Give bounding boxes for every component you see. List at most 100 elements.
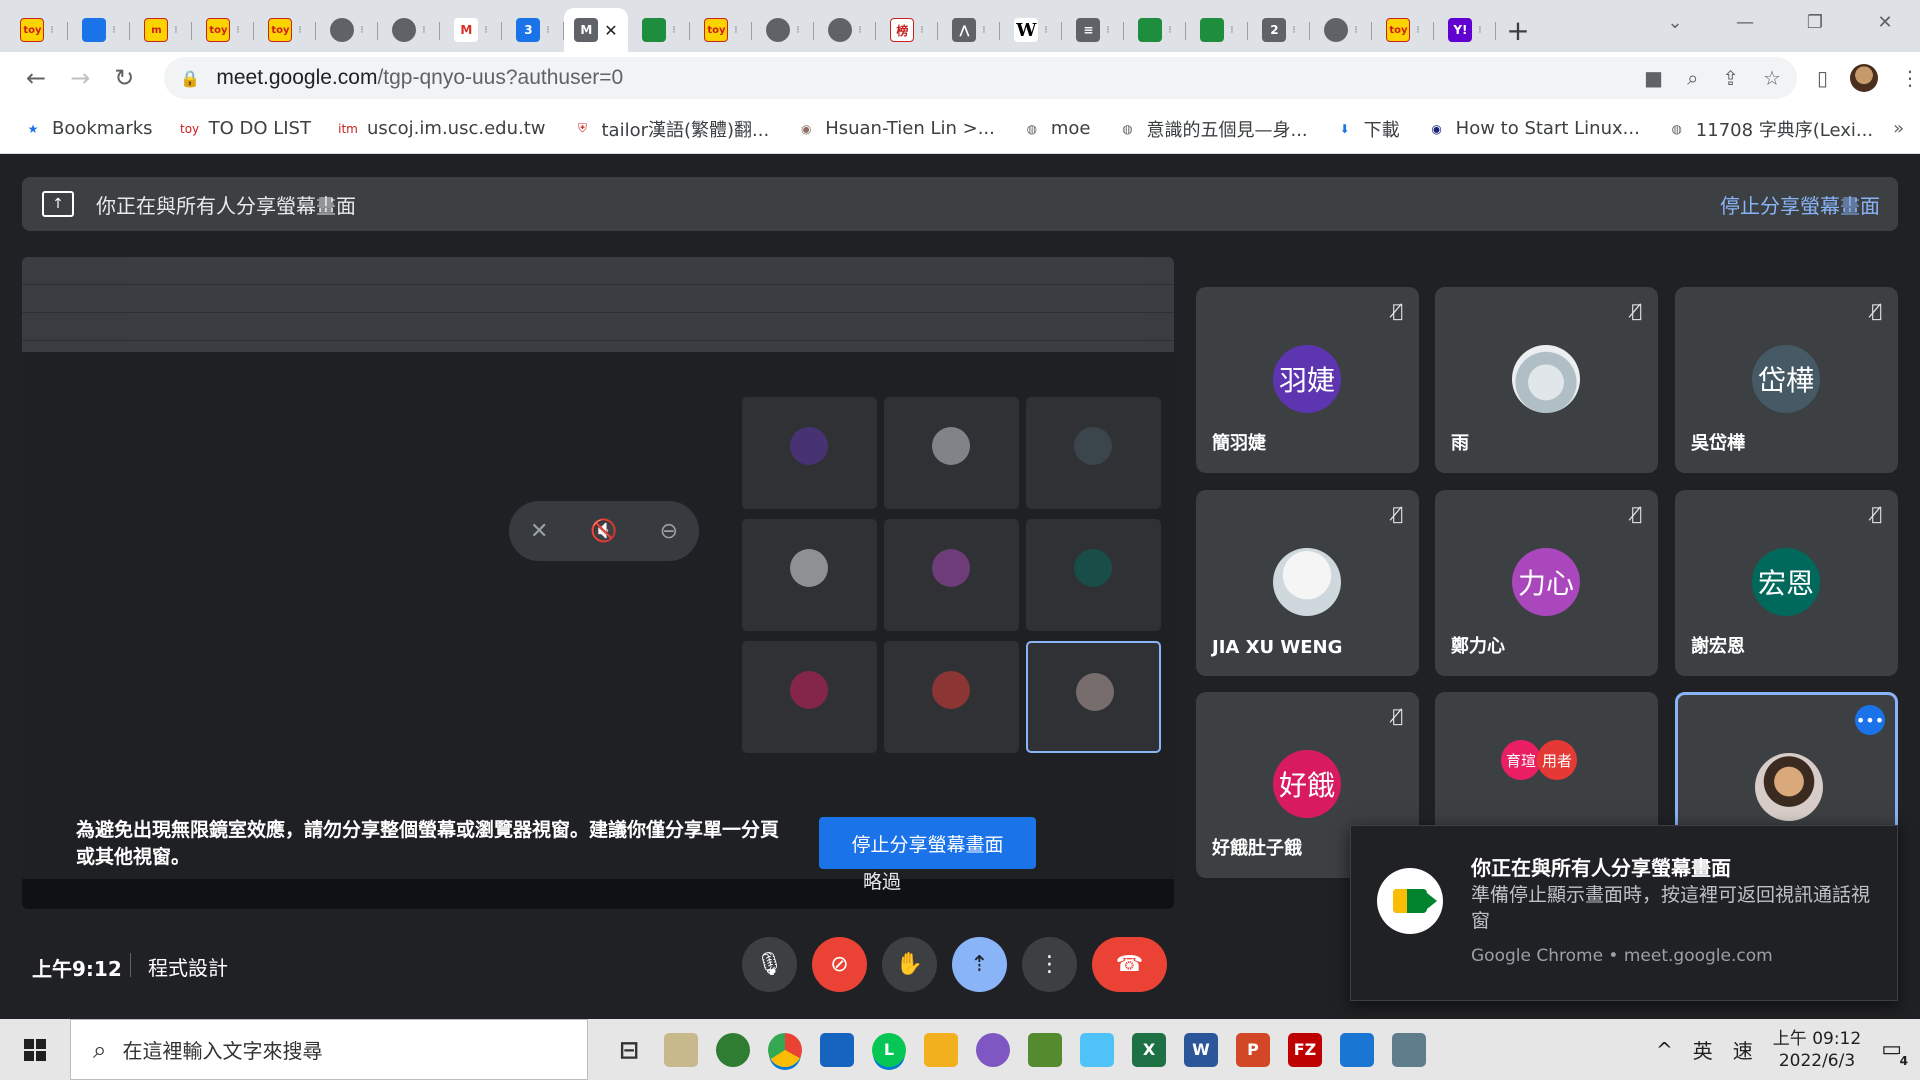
restore-icon[interactable]: ❐ xyxy=(1780,12,1850,33)
network-app-icon[interactable] xyxy=(820,1032,854,1067)
tab-search-icon[interactable]: ⌄ xyxy=(1640,12,1710,33)
url-text[interactable]: meet.google.com/tgp-qnyo-uus?authuser=0 xyxy=(216,66,623,90)
bookmarks-overflow-icon[interactable]: » xyxy=(1893,118,1904,139)
leave-call-button[interactable]: ☎ xyxy=(1092,937,1167,992)
mute-speaker-icon[interactable]: 🔇 xyxy=(590,519,617,544)
browser-tab[interactable]: ⁝ xyxy=(68,8,130,52)
powerpoint-app-icon[interactable]: P xyxy=(1236,1032,1270,1067)
browser-tab[interactable]: 榜 ⁝ xyxy=(876,8,938,52)
share-icon[interactable]: ⇪ xyxy=(1722,66,1739,90)
side-panel-icon[interactable]: ▯ xyxy=(1817,66,1828,90)
browser-tab[interactable]: toy ⁝ xyxy=(690,8,752,52)
present-now-button[interactable]: ⇡ xyxy=(952,937,1007,992)
participant-tile[interactable]: 🎙̸ JIA XU WENG xyxy=(1196,490,1419,676)
participant-tile[interactable]: 🎙̸ 雨 xyxy=(1435,287,1658,473)
bookmark-item[interactable]: ⛨ tailor漢語(繁體)翻... xyxy=(571,116,769,142)
browser-tab[interactable]: toy ⁝ xyxy=(1372,8,1434,52)
filezilla-app-icon[interactable]: FZ xyxy=(1288,1032,1322,1067)
browser-tab[interactable]: 2 ⁝ xyxy=(1248,8,1310,52)
bookmark-item[interactable]: ⬇ 下載 xyxy=(1334,116,1400,142)
action-center-icon[interactable]: ▭ 4 xyxy=(1881,1037,1910,1068)
profile-avatar[interactable] xyxy=(1850,64,1878,92)
participant-tile[interactable]: 宏恩 🎙̸ 謝宏恩 xyxy=(1675,490,1898,676)
start-button[interactable] xyxy=(0,1038,70,1061)
camera-off-button[interactable]: ⊘ xyxy=(812,937,867,992)
bookmark-item[interactable]: ★ Bookmarks xyxy=(22,118,153,140)
line-app-icon[interactable]: L xyxy=(872,1032,906,1067)
browser-menu-icon[interactable]: ⋮ xyxy=(1900,66,1920,90)
maps-app-icon[interactable] xyxy=(716,1032,750,1067)
banner-stop-sharing-link[interactable]: 停止分享螢幕畫面 xyxy=(1720,190,1880,219)
browser-tab[interactable]: ⁝ xyxy=(752,8,814,52)
browser-tab[interactable]: m ⁝ xyxy=(130,8,192,52)
dismiss-warning-button[interactable]: 略過 xyxy=(842,867,922,894)
browser-tab[interactable]: W ⁝ xyxy=(1000,8,1062,52)
chrome-app-icon[interactable] xyxy=(768,1032,802,1067)
taskbar-search-box[interactable]: ⌕ 在這裡輸入文字來搜尋 xyxy=(70,1019,588,1080)
sharing-notification[interactable]: 你正在與所有人分享螢幕畫面 準備停止顯示畫面時，按這裡可返回視訊通話視窗 Goo… xyxy=(1350,825,1898,1001)
browser-tab[interactable]: ⁝ xyxy=(1186,8,1248,52)
bookmark-star-icon[interactable]: ☆ xyxy=(1763,66,1781,90)
task-view-icon[interactable]: ⊟ xyxy=(612,1033,646,1067)
tray-overflow-icon[interactable]: ^ xyxy=(1656,1038,1673,1062)
browser-tab[interactable]: ⁝ xyxy=(628,8,690,52)
minimize-icon[interactable]: — xyxy=(1710,12,1780,33)
zoom-icon[interactable]: ⌕ xyxy=(1687,66,1698,90)
remote-desktop-icon[interactable] xyxy=(1340,1032,1374,1067)
more-options-button[interactable]: ⋮ xyxy=(1022,937,1077,992)
new-tab-button[interactable]: + xyxy=(1496,8,1540,52)
bookmark-item[interactable]: ◍ 意識的五個見—身... xyxy=(1116,116,1307,142)
browser-tab[interactable]: ⁝ xyxy=(316,8,378,52)
browser-tab[interactable]: toy ⁝ xyxy=(192,8,254,52)
back-icon[interactable]: ← xyxy=(14,64,58,92)
mirrored-tile xyxy=(1026,397,1161,509)
browser-tab[interactable]: M ✕ xyxy=(564,8,628,52)
pin-off-icon[interactable]: ✕ xyxy=(530,519,548,544)
participant-tile[interactable]: 岱樺 🎙̸ 吳岱樺 xyxy=(1675,287,1898,473)
bookmark-item[interactable]: toy TO DO LIST xyxy=(179,118,311,140)
paint-app-icon[interactable] xyxy=(976,1032,1010,1067)
reload-icon[interactable]: ↻ xyxy=(102,64,146,92)
browser-tab[interactable]: Y! ⁝ xyxy=(1434,8,1496,52)
remove-icon[interactable]: ⊖ xyxy=(660,519,678,544)
participant-tile[interactable]: 羽婕 🎙̸ 簡羽婕 xyxy=(1196,287,1419,473)
bookmark-item[interactable]: ◉ How to Start Linux... xyxy=(1426,118,1639,140)
stop-presenting-button[interactable]: 停止分享螢幕畫面 xyxy=(819,817,1036,869)
browser-tab[interactable]: M ⁝ xyxy=(440,8,502,52)
browser-tab[interactable]: toy ⁝ xyxy=(254,8,316,52)
browser-tab[interactable]: ⁝ xyxy=(814,8,876,52)
calculator-app-icon[interactable] xyxy=(1392,1032,1426,1067)
notepad-app-icon[interactable] xyxy=(664,1032,698,1067)
file-explorer-icon[interactable] xyxy=(924,1032,958,1067)
bookmark-item[interactable]: itm uscoj.im.usc.edu.tw xyxy=(337,118,545,140)
bookmark-item[interactable]: ◉ Hsuan-Tien Lin >... xyxy=(795,118,995,140)
word-app-icon[interactable]: W xyxy=(1184,1032,1218,1067)
browser-tab[interactable]: toy ⁝ xyxy=(6,8,68,52)
meeting-title[interactable]: 程式設計 xyxy=(148,952,228,981)
camera-blocked-icon[interactable]: ■ xyxy=(1644,66,1663,90)
browser-tab[interactable]: ⁝ xyxy=(1124,8,1186,52)
tile-more-options-icon[interactable]: ••• xyxy=(1855,705,1885,735)
address-bar[interactable]: 🔒 meet.google.com/tgp-qnyo-uus?authuser=… xyxy=(164,57,1797,99)
excel-app-icon[interactable]: X xyxy=(1132,1032,1166,1067)
microphone-button[interactable]: 🎙 xyxy=(742,937,797,992)
bookmark-item[interactable]: ◍ moe xyxy=(1021,118,1091,140)
lock-icon[interactable]: 🔒 xyxy=(180,69,200,88)
browser-tab[interactable]: ⋀ ⁝ xyxy=(938,8,1000,52)
participant-tile[interactable]: 力心 🎙̸ 鄭力心 xyxy=(1435,490,1658,676)
sticky-app-icon[interactable] xyxy=(1080,1032,1114,1067)
browser-tab[interactable]: 3 ⁝ xyxy=(502,8,564,52)
browser-tab[interactable]: ⁝ xyxy=(378,8,440,52)
tab-close-icon[interactable]: ✕ xyxy=(604,21,617,40)
browser-tab[interactable]: ⁝ xyxy=(1310,8,1372,52)
ime-mode[interactable]: 速 xyxy=(1733,1035,1753,1064)
browser-tab-strip: toy ⁝ ⁝ m ⁝ toy ⁝ toy ⁝ ⁝ ⁝ M ⁝ 3 ⁝ M ✕ ⁝ toy ⁝ ⁝ ⁝ 榜 ⁝ ⋀ ⁝ W ⁝ ≡ ⁝ ⁝ ⁝… xyxy=(0,0,1920,52)
raise-hand-button[interactable]: ✋ xyxy=(882,937,937,992)
forward-icon[interactable]: → xyxy=(58,64,102,92)
ime-language[interactable]: 英 xyxy=(1693,1035,1713,1064)
chart-app-icon[interactable] xyxy=(1028,1032,1062,1067)
bookmark-item[interactable]: ◍ 11708 字典序(Lexi... xyxy=(1666,116,1874,142)
browser-tab[interactable]: ≡ ⁝ xyxy=(1062,8,1124,52)
taskbar-clock[interactable]: 上午 09:12 2022/6/3 xyxy=(1773,1028,1861,1072)
close-window-icon[interactable]: ✕ xyxy=(1850,12,1920,33)
